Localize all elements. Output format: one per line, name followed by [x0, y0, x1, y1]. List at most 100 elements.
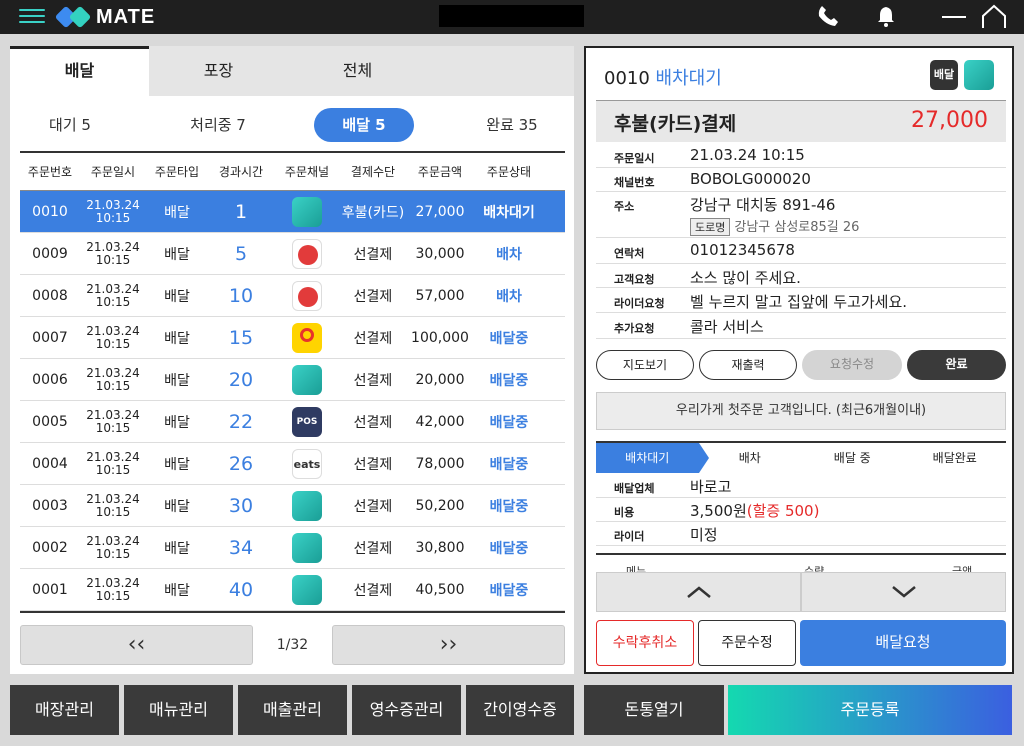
- prev-page-button[interactable]: ‹‹: [20, 625, 253, 665]
- table-row[interactable]: 0002 21.03.24 10:15 배달 34 선결제 30,800 배달중: [20, 527, 565, 569]
- cell-date: 21.03.24: [86, 575, 140, 590]
- bell-icon[interactable]: [872, 4, 900, 30]
- cell-payment: 선결제: [353, 582, 393, 599]
- status-tab-delivering[interactable]: 배달 5: [314, 108, 414, 142]
- menu-icon[interactable]: [19, 5, 45, 29]
- cell-order-time: 21.03.24 10:15: [80, 323, 146, 351]
- menu-management-button[interactable]: 매뉴관리: [124, 685, 233, 735]
- baemin-channel-icon: [292, 490, 322, 521]
- baemin-channel-icon: [292, 532, 322, 563]
- table-row[interactable]: 0010 21.03.24 10:15 배달 1 후불(카드) 27,000 배차대기: [20, 191, 565, 233]
- cell-date: 21.03.24: [86, 533, 140, 548]
- info-rider-request: 라이더요청 벨 누르지 말고 집앞에 두고가세요.: [596, 288, 1006, 313]
- scroll-down-button[interactable]: [801, 572, 1006, 612]
- delivery-request-button[interactable]: 배달요청: [800, 620, 1006, 666]
- table-row[interactable]: 0004 21.03.24 10:15 배달 26 eats 선결제 78,000 배달중: [20, 443, 565, 485]
- open-cash-drawer-button[interactable]: 돈통열기: [584, 685, 724, 735]
- table-row[interactable]: 0007 21.03.24 10:15 배달 15 선결제 100,000 배달중: [20, 317, 565, 359]
- cell-status: 배차대기: [483, 204, 535, 221]
- table-row[interactable]: 0005 21.03.24 10:15 배달 22 POS 선결제 42,000 배달중: [20, 401, 565, 443]
- reprint-button[interactable]: 재출력: [699, 350, 797, 380]
- table-row[interactable]: 0006 21.03.24 10:15 배달 20 선결제 20,000 배달중: [20, 359, 565, 401]
- next-page-button[interactable]: ››: [332, 625, 565, 665]
- edit-order-button[interactable]: 주문수정: [698, 620, 796, 666]
- cell-order-time: 21.03.24 10:15: [80, 408, 146, 435]
- cell-elapsed: 15: [228, 326, 254, 349]
- minimize-icon[interactable]: [940, 4, 968, 30]
- table-row[interactable]: 0001 21.03.24 10:15 배달 40 선결제 40,500 배달중: [20, 569, 565, 611]
- table-row[interactable]: 0003 21.03.24 10:15 배달 30 선결제 50,200 배달중: [20, 485, 565, 527]
- info-label: 추가요청: [614, 322, 655, 335]
- road-address: 도로명 강남구 삼성로85길 26: [690, 216, 859, 236]
- cell-status: 배차: [496, 288, 522, 305]
- cell-payment: 선결제: [353, 330, 393, 347]
- baemin-channel-icon: [964, 60, 994, 90]
- cell-order-no: 0008: [32, 287, 68, 304]
- cell-payment: 선결제: [353, 540, 393, 557]
- cell-status: 배달중: [489, 372, 529, 389]
- step-delivering: 배달 중: [833, 451, 871, 465]
- cell-order-time: 21.03.24 10:15: [80, 282, 146, 309]
- cell-order-no: 0002: [32, 539, 68, 556]
- cell-date: 21.03.24: [86, 323, 140, 338]
- scroll-up-button[interactable]: [596, 572, 801, 612]
- cell-time: 10:15: [95, 546, 131, 561]
- cell-amount: 27,000: [415, 203, 465, 220]
- cell-elapsed: 34: [228, 536, 254, 559]
- home-icon[interactable]: [980, 4, 1008, 30]
- table-row[interactable]: 0008 21.03.24 10:15 배달 10 선결제 57,000 배차: [20, 275, 565, 317]
- complete-button[interactable]: 완료: [907, 350, 1006, 380]
- fee-value: 3,500원: [690, 502, 747, 520]
- cell-channel: [274, 238, 340, 269]
- edit-request-button[interactable]: 요청수정: [802, 350, 902, 380]
- store-management-button[interactable]: 매장관리: [10, 685, 119, 735]
- cell-date: 21.03.24: [86, 239, 140, 254]
- detail-order-no: 0010: [604, 68, 650, 89]
- top-bar: MATE: [0, 0, 1024, 34]
- col-elapsed: 경과시간: [218, 165, 264, 179]
- logo-text: MATE: [96, 5, 156, 28]
- phone-icon[interactable]: [814, 4, 842, 30]
- simple-receipt-button[interactable]: 간이영수증: [466, 685, 574, 735]
- info-value: 3,500원(할증 500): [690, 500, 819, 521]
- menu-scroll: [596, 572, 1006, 612]
- cell-amount: 30,800: [415, 539, 465, 556]
- tab-takeout[interactable]: 포장: [149, 46, 288, 96]
- wemakeprice-channel-icon: [292, 322, 322, 353]
- cell-order-time: 21.03.24 10:15: [80, 491, 146, 519]
- info-label: 고객요청: [614, 273, 655, 286]
- cell-order-type: 배달: [164, 246, 190, 263]
- cell-amount: 78,000: [415, 455, 465, 472]
- receipt-management-button[interactable]: 영수증관리: [352, 685, 461, 735]
- rider-row: 라이더 미정: [596, 522, 1006, 546]
- status-tab-processing[interactable]: 처리중 7: [178, 108, 258, 142]
- cell-amount: 20,000: [415, 371, 465, 388]
- cell-date: 21.03.24: [86, 365, 140, 380]
- cell-order-no: 0005: [32, 413, 68, 430]
- register-order-button[interactable]: 주문등록: [728, 685, 1012, 735]
- baemin-channel-icon: [292, 364, 322, 395]
- col-order-time: 주문일시: [90, 165, 136, 179]
- cell-order-time: 21.03.24 10:15: [80, 450, 146, 477]
- info-label: 채널번호: [614, 176, 655, 189]
- info-customer-request: 고객요청 소스 많이 주세요.: [596, 264, 1006, 288]
- yogiyo-channel-icon: [292, 238, 322, 269]
- cell-date: 21.03.24: [86, 491, 140, 506]
- cell-order-type: 배달: [164, 204, 190, 221]
- map-view-button[interactable]: 지도보기: [596, 350, 694, 380]
- cell-time: 10:15: [95, 504, 131, 519]
- info-label: 주문일시: [614, 152, 655, 165]
- cancel-after-accept-button[interactable]: 수락후취소: [596, 620, 694, 666]
- status-tab-done[interactable]: 완료 35: [472, 108, 552, 142]
- baemin-channel-icon: [292, 196, 322, 227]
- tab-all[interactable]: 전체: [288, 46, 427, 96]
- cell-status: 배달중: [489, 582, 529, 599]
- status-filter: 대기 5 처리중 7 배달 5 완료 35: [10, 106, 574, 144]
- status-tab-waiting[interactable]: 대기 5: [30, 108, 110, 142]
- cell-order-time: 21.03.24 10:15: [80, 365, 146, 393]
- info-value: 소스 많이 주세요.: [690, 269, 801, 287]
- tab-delivery[interactable]: 배달: [10, 46, 149, 96]
- sales-management-button[interactable]: 매출관리: [238, 685, 347, 735]
- table-body: 0010 21.03.24 10:15 배달 1 후불(카드) 27,000 배차대기 0009…: [20, 191, 565, 613]
- table-row[interactable]: 0009 21.03.24 10:15 배달 5 선결제 30,000 배차: [20, 233, 565, 275]
